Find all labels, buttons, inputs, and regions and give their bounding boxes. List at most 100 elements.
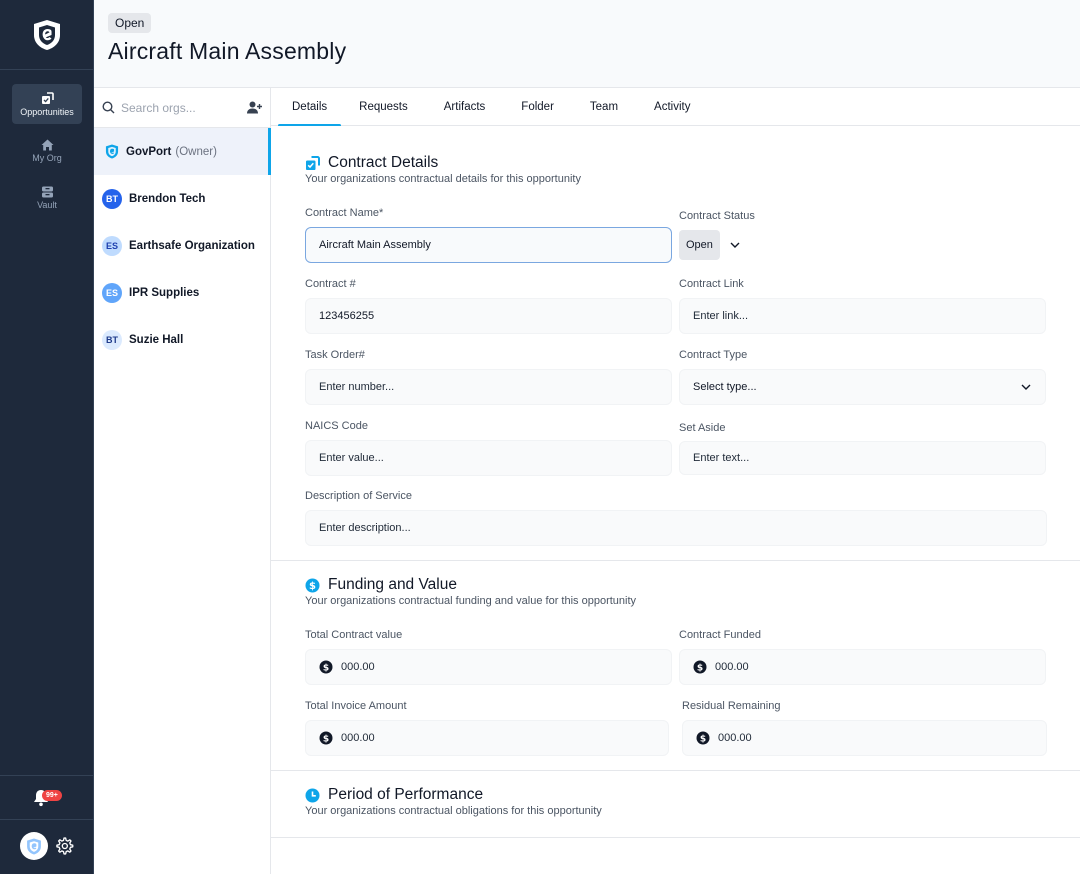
- total-contract-input[interactable]: [341, 661, 671, 673]
- total-invoice-input[interactable]: [341, 732, 668, 744]
- set-aside-field: [679, 441, 1046, 475]
- residual-field: $: [682, 720, 1047, 756]
- set-aside-input[interactable]: [693, 452, 1045, 464]
- task-order-label: Task Order#: [305, 349, 365, 361]
- contract-status-label: Contract Status: [679, 210, 755, 222]
- contract-status-select[interactable]: Open: [679, 230, 740, 260]
- dollar-icon: $: [319, 660, 333, 674]
- residual-input[interactable]: [718, 732, 1046, 744]
- org-item-brendon-tech[interactable]: BT Brendon Tech: [94, 175, 270, 222]
- app-logo[interactable]: [0, 0, 93, 70]
- contract-details-section: Contract Details Your organizations cont…: [271, 126, 1080, 561]
- set-aside-label: Set Aside: [679, 422, 726, 434]
- contract-icon: [306, 155, 320, 170]
- search-icon: [102, 101, 115, 114]
- org-name: Earthsafe Organization: [129, 239, 255, 252]
- svg-text:$: $: [323, 663, 329, 673]
- section-title: Period of Performance: [328, 786, 484, 803]
- org-item-ipr-supplies[interactable]: ES IPR Supplies: [94, 269, 270, 316]
- nav-opportunities[interactable]: Opportunities: [12, 84, 82, 124]
- shield-logo-icon: [33, 19, 60, 50]
- page-header: Open Aircraft Main Assembly: [94, 0, 1080, 88]
- org-name: Suzie Hall: [129, 333, 184, 346]
- govport-logo-icon: [105, 144, 119, 159]
- nav-vault[interactable]: Vault: [12, 178, 82, 218]
- contract-link-input[interactable]: [693, 310, 1045, 322]
- section-title: Contract Details: [328, 154, 439, 171]
- dollar-icon: $: [696, 731, 710, 745]
- contract-number-field: [305, 298, 672, 334]
- tab-team[interactable]: Team: [572, 88, 636, 126]
- rail-divider: [0, 775, 94, 776]
- notifications-badge: 99+: [42, 790, 62, 801]
- org-avatar: ES: [102, 235, 122, 256]
- tab-bar: Details Requests Artifacts Folder Team A…: [271, 88, 1080, 127]
- description-input[interactable]: [319, 522, 1046, 534]
- org-avatar: ES: [102, 282, 122, 303]
- funding-section: $ Funding and Value Your organizations c…: [271, 561, 1080, 771]
- orgs-panel: GovPort (Owner) BT Brendon Tech ES Earth…: [94, 88, 271, 874]
- add-user-icon[interactable]: [247, 101, 262, 114]
- task-order-field: [305, 369, 672, 405]
- home-icon: [41, 139, 53, 151]
- org-search-input[interactable]: [121, 100, 241, 115]
- total-invoice-label: Total Invoice Amount: [305, 700, 407, 712]
- contract-funded-field: $: [679, 649, 1046, 685]
- tab-artifacts[interactable]: Artifacts: [426, 88, 504, 126]
- nav-my-org[interactable]: My Org: [12, 131, 82, 171]
- contract-type-label: Contract Type: [679, 349, 748, 361]
- tab-activity[interactable]: Activity: [636, 88, 708, 126]
- section-title: Funding and Value: [328, 576, 457, 593]
- status-badge: Open: [108, 13, 152, 33]
- org-item-govport[interactable]: GovPort (Owner): [94, 128, 271, 175]
- clock-icon: [305, 788, 320, 802]
- contract-link-label: Contract Link: [679, 278, 744, 290]
- tab-requests[interactable]: Requests: [341, 88, 426, 126]
- contract-type-placeholder: Select type...: [693, 381, 757, 393]
- settings-gear-icon[interactable]: [54, 836, 74, 856]
- contract-status-value: Open: [679, 230, 720, 260]
- section-subtitle: Your organizations contractual funding a…: [305, 595, 637, 607]
- org-name: Brendon Tech: [129, 192, 206, 205]
- govport-logo-icon: [27, 838, 41, 854]
- org-item-suzie-hall[interactable]: BT Suzie Hall: [94, 316, 270, 363]
- dollar-circle-icon: $: [305, 578, 320, 592]
- chevron-down-icon: [730, 242, 740, 248]
- dollar-icon: $: [319, 731, 333, 745]
- description-label: Description of Service: [305, 490, 412, 502]
- contract-name-input[interactable]: [319, 239, 671, 251]
- svg-text:$: $: [309, 581, 316, 592]
- page-title: Aircraft Main Assembly: [108, 38, 347, 64]
- tab-folder[interactable]: Folder: [503, 88, 572, 126]
- org-avatar[interactable]: [20, 832, 48, 860]
- performance-section: Period of Performance Your organizations…: [271, 771, 1080, 838]
- naics-field: [305, 440, 672, 476]
- chevron-down-icon: [1021, 384, 1031, 390]
- contract-funded-input[interactable]: [715, 661, 1045, 673]
- svg-text:$: $: [323, 734, 329, 744]
- nav-vault-label: Vault: [37, 200, 57, 210]
- contract-funded-label: Contract Funded: [679, 629, 761, 641]
- task-order-input[interactable]: [319, 381, 671, 393]
- naics-input[interactable]: [319, 452, 671, 464]
- contract-number-label: Contract #: [305, 278, 356, 290]
- total-contract-label: Total Contract value: [305, 629, 403, 641]
- rail-divider: [0, 819, 94, 820]
- contract-link-field: [679, 298, 1046, 334]
- contract-type-select[interactable]: Select type...: [679, 369, 1046, 405]
- org-avatar: BT: [102, 329, 122, 350]
- section-header: Period of Performance: [305, 786, 483, 804]
- org-item-earthsafe[interactable]: ES Earthsafe Organization: [94, 222, 270, 269]
- contract-number-input[interactable]: [319, 310, 671, 322]
- opportunities-icon: [41, 91, 54, 104]
- contract-name-field: [305, 227, 672, 263]
- nav-opportunities-label: Opportunities: [20, 106, 74, 117]
- org-name: IPR Supplies: [129, 286, 200, 299]
- tab-details[interactable]: Details: [278, 88, 342, 127]
- vault-icon: [41, 186, 53, 198]
- section-subtitle: Your organizations contractual obligatio…: [305, 805, 602, 817]
- dollar-icon: $: [693, 660, 707, 674]
- details-content: Contract Details Your organizations cont…: [271, 126, 1080, 874]
- svg-text:$: $: [700, 734, 706, 744]
- owner-tag: (Owner): [175, 145, 217, 158]
